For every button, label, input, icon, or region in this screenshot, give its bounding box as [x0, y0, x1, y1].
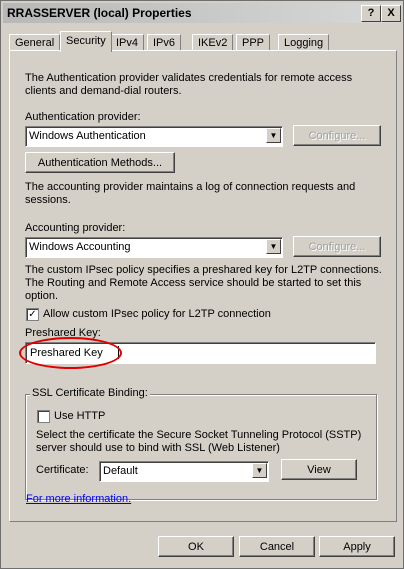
ok-button[interactable]: OK [158, 536, 234, 557]
more-info-link[interactable]: For more information. [26, 493, 131, 505]
auth-provider-label: Authentication provider: [25, 111, 141, 123]
ipsec-description: The custom IPsec policy specifies a pres… [25, 264, 382, 302]
tab-logging[interactable]: Logging [278, 34, 330, 51]
help-button[interactable]: ? [361, 5, 381, 22]
tab-ipv4[interactable]: IPv4 [110, 34, 145, 51]
tab-ppp[interactable]: PPP [236, 34, 271, 51]
use-http-label: Use HTTP [54, 410, 106, 422]
ssl-group: SSL Certificate Binding: Use HTTP Select… [25, 387, 377, 500]
auth-configure-button[interactable]: Configure... [293, 125, 381, 146]
acct-provider-label: Accounting provider: [25, 222, 126, 234]
ssl-group-title: SSL Certificate Binding: [30, 387, 150, 399]
tab-ikev2[interactable]: IKEv2 [192, 34, 234, 51]
certificate-label: Certificate: [36, 464, 89, 476]
title-bar: RRASSERVER (local) Properties ? X [3, 3, 401, 23]
authentication-methods-button[interactable]: Authentication Methods... [25, 152, 175, 173]
cancel-button[interactable]: Cancel [239, 536, 315, 557]
auth-provider-select[interactable]: Windows Authentication ▼ [25, 126, 283, 147]
ipsec-checkbox-label: Allow custom IPsec policy for L2TP conne… [43, 308, 271, 320]
chevron-down-icon[interactable]: ▼ [266, 128, 281, 143]
window-title: RRASSERVER (local) Properties [7, 6, 192, 20]
ipsec-checkbox[interactable]: ✓ [26, 308, 39, 321]
security-panel: The Authentication provider validates cr… [9, 50, 397, 522]
certificate-select[interactable]: Default ▼ [99, 461, 269, 482]
view-certificate-button[interactable]: View [281, 459, 357, 480]
tab-ipv6[interactable]: IPv6 [147, 34, 182, 51]
use-http-checkbox[interactable] [37, 410, 50, 423]
properties-dialog: RRASSERVER (local) Properties ? X Genera… [0, 0, 404, 569]
chevron-down-icon[interactable]: ▼ [266, 239, 281, 254]
acct-provider-select[interactable]: Windows Accounting ▼ [25, 237, 283, 258]
acct-configure-button[interactable]: Configure... [293, 236, 381, 257]
chevron-down-icon[interactable]: ▼ [252, 463, 267, 478]
tab-security[interactable]: Security [60, 31, 112, 52]
close-button[interactable]: X [381, 5, 401, 22]
apply-button[interactable]: Apply [319, 536, 395, 557]
red-circle-annotation [19, 337, 122, 369]
tab-strip: General Security IPv4 IPv6 IKEv2 PPP Log… [9, 31, 397, 52]
auth-description: The Authentication provider validates cr… [25, 72, 353, 97]
acct-description: The accounting provider maintains a log … [25, 181, 356, 206]
ssl-description: Select the certificate the Secure Socket… [36, 429, 362, 454]
acct-provider-value: Windows Accounting [29, 241, 131, 253]
auth-provider-value: Windows Authentication [29, 130, 146, 142]
certificate-value: Default [103, 465, 138, 477]
tab-general[interactable]: General [9, 34, 61, 51]
